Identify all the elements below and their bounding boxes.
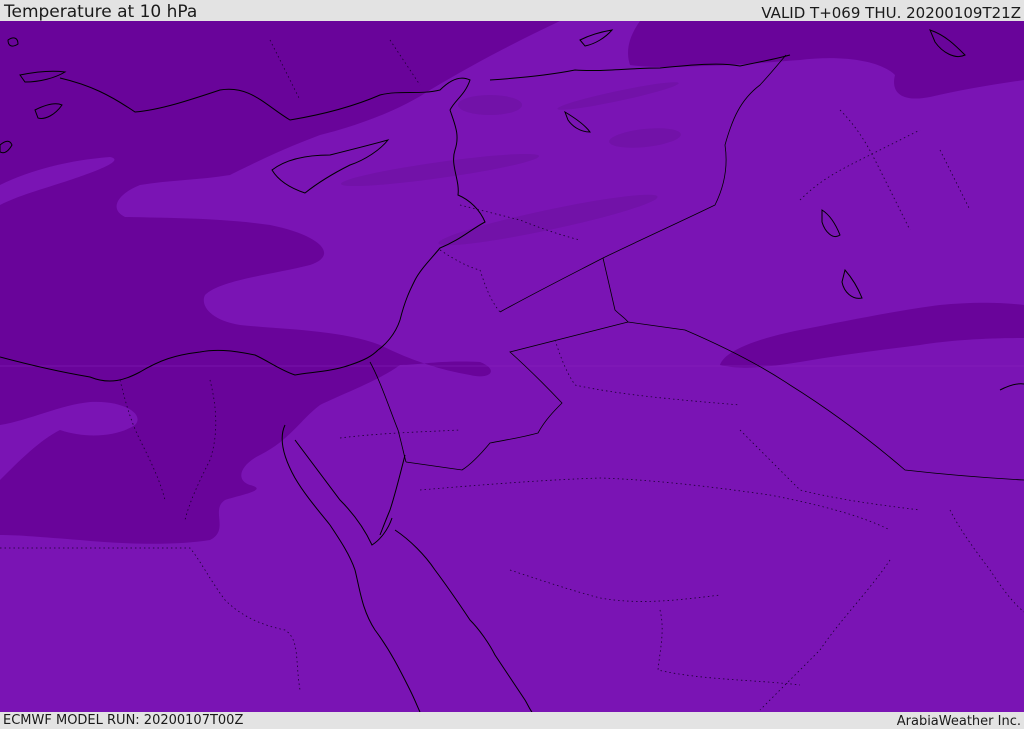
weather-map: [0, 21, 1024, 712]
footer-bar: ECMWF MODEL RUN: 20200107T00Z ArabiaWeat…: [0, 712, 1024, 729]
map-title: Temperature at 10 hPa: [4, 2, 198, 22]
valid-time: VALID T+069 THU. 20200109T21Z: [761, 4, 1021, 22]
model-run: ECMWF MODEL RUN: 20200107T00Z: [3, 713, 244, 728]
cold-streak-anatolia: [458, 95, 522, 115]
credit-label: ArabiaWeather Inc.: [896, 714, 1021, 729]
header-bar: Temperature at 10 hPa VALID T+069 THU. 2…: [0, 0, 1024, 21]
